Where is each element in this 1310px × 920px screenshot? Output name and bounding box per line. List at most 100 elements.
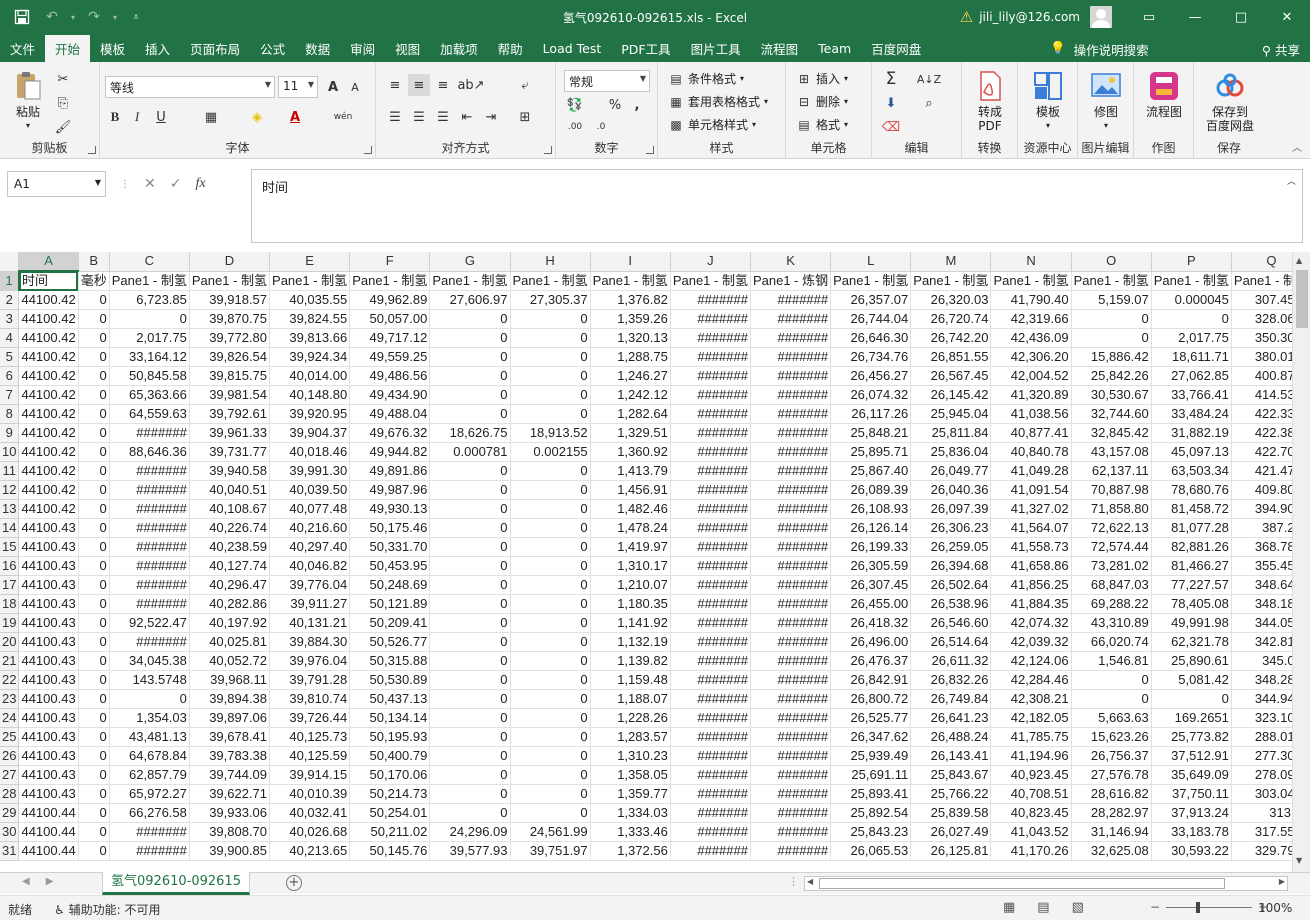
- cell[interactable]: 50,315.88: [349, 651, 431, 671]
- cell[interactable]: 72,574.44: [1071, 537, 1152, 557]
- cell[interactable]: 0: [1071, 328, 1152, 348]
- cell[interactable]: #######: [109, 575, 190, 595]
- cell[interactable]: 41,170.26: [990, 841, 1072, 861]
- row-header[interactable]: 25: [0, 727, 20, 747]
- cell[interactable]: 时间: [18, 271, 79, 291]
- cell[interactable]: 39,904.37: [269, 423, 351, 443]
- cell[interactable]: 0: [1151, 309, 1232, 329]
- vertical-scroll-thumb[interactable]: [1296, 270, 1308, 328]
- column-header-H[interactable]: H: [510, 252, 591, 272]
- cell[interactable]: 31,882.19: [1151, 423, 1232, 443]
- autosum-icon[interactable]: Σ: [880, 68, 902, 90]
- cell[interactable]: #######: [670, 746, 751, 766]
- cell[interactable]: #######: [670, 651, 751, 671]
- cell[interactable]: 0: [510, 651, 591, 671]
- cell[interactable]: #######: [750, 651, 832, 671]
- clipboard-launcher-icon[interactable]: [88, 146, 96, 154]
- cell[interactable]: 64,559.63: [109, 404, 190, 424]
- cell[interactable]: 40,108.67: [189, 499, 271, 519]
- cell[interactable]: 26,145.42: [910, 385, 992, 405]
- cell[interactable]: 26,749.84: [910, 689, 992, 709]
- add-sheet-button[interactable]: +: [286, 875, 302, 891]
- cell[interactable]: 44100.43: [18, 727, 79, 747]
- cell[interactable]: 2,017.75: [109, 328, 190, 348]
- customize-qat-icon[interactable]: ⩡: [122, 4, 150, 30]
- cell[interactable]: 34,045.38: [109, 651, 190, 671]
- cell[interactable]: #######: [109, 822, 190, 842]
- cell[interactable]: 42,074.32: [990, 613, 1072, 633]
- cell[interactable]: 41,049.28: [990, 461, 1072, 481]
- cell[interactable]: 62,857.79: [109, 765, 190, 785]
- column-header-N[interactable]: N: [990, 252, 1072, 272]
- cell[interactable]: 26,117.26: [830, 404, 912, 424]
- cell[interactable]: 0: [429, 328, 511, 348]
- cell[interactable]: 26,357.07: [830, 290, 912, 310]
- cell[interactable]: 1,354.03: [109, 708, 190, 728]
- cell[interactable]: #######: [109, 556, 190, 576]
- wrap-text-icon[interactable]: ⤶: [514, 74, 536, 96]
- cell[interactable]: 39,961.33: [189, 423, 271, 443]
- cell[interactable]: 40,296.47: [189, 575, 271, 595]
- cell[interactable]: 50,845.58: [109, 366, 190, 386]
- tab-11[interactable]: Load Test: [533, 34, 612, 62]
- cell[interactable]: 1,546.81: [1071, 651, 1152, 671]
- cell[interactable]: 0: [510, 385, 591, 405]
- normal-view-icon[interactable]: ▦: [1003, 900, 1015, 915]
- row-header[interactable]: 18: [0, 594, 20, 614]
- cell[interactable]: 0: [510, 727, 591, 747]
- cell[interactable]: 40,046.82: [269, 556, 351, 576]
- cell[interactable]: Pane1 - 制氢: [990, 271, 1072, 291]
- cell[interactable]: #######: [670, 594, 751, 614]
- cell[interactable]: 42,308.21: [990, 689, 1072, 709]
- cell[interactable]: 70,887.98: [1071, 480, 1152, 500]
- template-button[interactable]: 模板 ▾: [1030, 70, 1066, 133]
- cell[interactable]: Pane1 - 制氢: [269, 271, 351, 291]
- cell[interactable]: 32,845.42: [1071, 423, 1152, 443]
- cell[interactable]: 1,210.07: [590, 575, 671, 595]
- cell[interactable]: 26,611.32: [910, 651, 992, 671]
- cell[interactable]: 39,577.93: [429, 841, 511, 861]
- cell[interactable]: 49,486.56: [349, 366, 431, 386]
- cell[interactable]: 0: [429, 518, 511, 538]
- cell[interactable]: 0: [510, 347, 591, 367]
- cell[interactable]: 26,525.77: [830, 708, 912, 728]
- row-header[interactable]: 16: [0, 556, 20, 576]
- cell[interactable]: 41,043.52: [990, 822, 1072, 842]
- cell[interactable]: 40,708.51: [990, 784, 1072, 804]
- cell[interactable]: 39,940.58: [189, 461, 271, 481]
- column-header-M[interactable]: M: [910, 252, 992, 272]
- cell[interactable]: 50,254.01: [349, 803, 431, 823]
- cell[interactable]: 25,691.11: [830, 765, 912, 785]
- cell[interactable]: 1,334.03: [590, 803, 671, 823]
- cell[interactable]: 1,141.92: [590, 613, 671, 633]
- scroll-left-icon[interactable]: ◀: [807, 877, 813, 886]
- accessibility-status[interactable]: ♿ 辅助功能: 不可用: [54, 901, 160, 918]
- cell[interactable]: 0: [1071, 670, 1152, 690]
- shrink-font-icon[interactable]: A: [344, 76, 366, 98]
- cell[interactable]: 39,968.11: [189, 670, 271, 690]
- cell[interactable]: 40,125.59: [269, 746, 351, 766]
- cell[interactable]: 44100.44: [18, 841, 79, 861]
- cell[interactable]: 92,522.47: [109, 613, 190, 633]
- cell[interactable]: 0: [78, 366, 110, 386]
- cell[interactable]: 39,791.28: [269, 670, 351, 690]
- tab-7[interactable]: 审阅: [340, 34, 385, 62]
- row-header[interactable]: 8: [0, 404, 20, 424]
- cell[interactable]: #######: [750, 727, 832, 747]
- cell[interactable]: 1,159.48: [590, 670, 671, 690]
- cell[interactable]: 0: [429, 613, 511, 633]
- cell[interactable]: 39,792.61: [189, 404, 271, 424]
- cell[interactable]: 50,214.73: [349, 784, 431, 804]
- cell[interactable]: 25,892.54: [830, 803, 912, 823]
- cell[interactable]: 26,502.64: [910, 575, 992, 595]
- delete-cells-button[interactable]: ⊟ 删除 ▾: [796, 93, 848, 110]
- close-button[interactable]: ✕: [1264, 0, 1310, 34]
- cell[interactable]: 1,359.26: [590, 309, 671, 329]
- cell[interactable]: 1,282.64: [590, 404, 671, 424]
- cell[interactable]: 0: [78, 613, 110, 633]
- cell[interactable]: Pane1 - 制氢: [590, 271, 671, 291]
- cell[interactable]: 44100.43: [18, 708, 79, 728]
- cell[interactable]: 26,394.68: [910, 556, 992, 576]
- row-header[interactable]: 2: [0, 290, 20, 310]
- tab-split-icon[interactable]: ⋮: [788, 875, 799, 888]
